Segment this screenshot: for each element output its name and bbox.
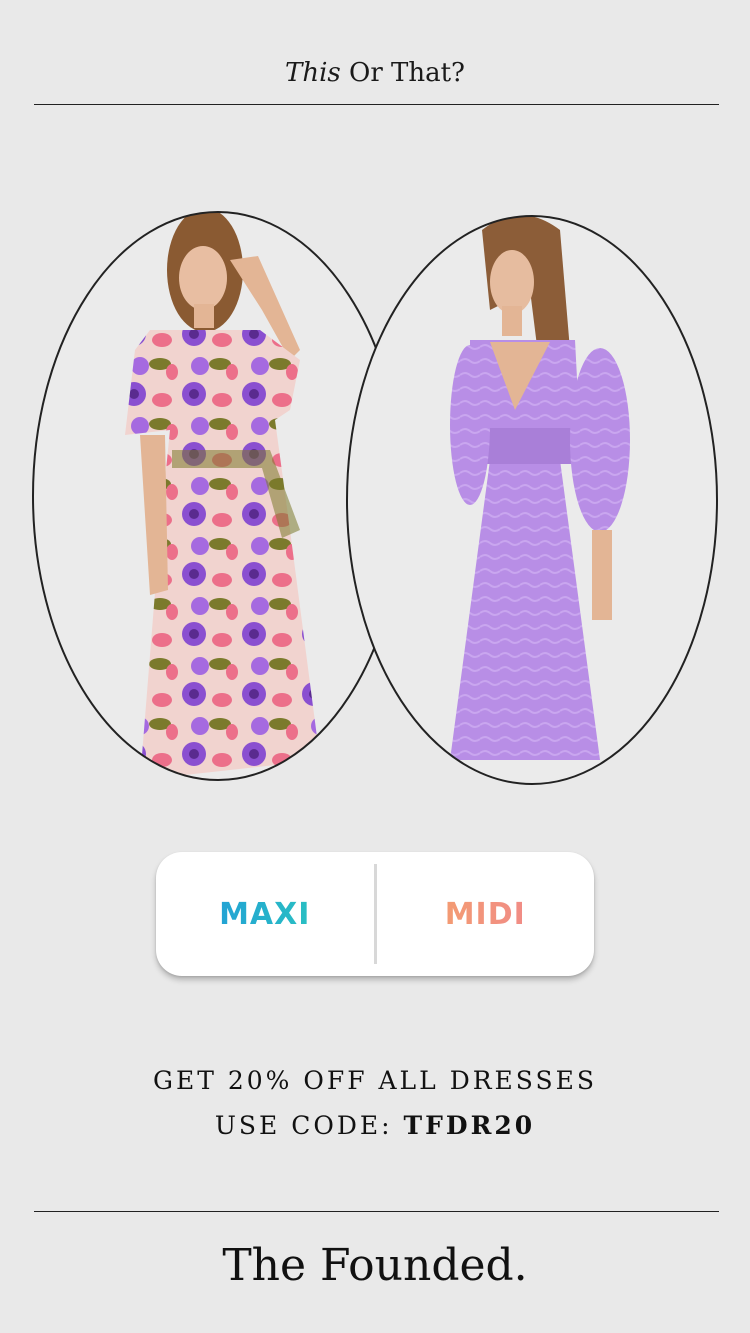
promo-code-prefix: USE CODE:: [214, 1111, 404, 1140]
promo-headline: GET 20% OFF ALL DRESSES: [153, 1066, 597, 1095]
top-divider: [34, 104, 719, 105]
poll-option-midi[interactable]: MIDI: [377, 852, 595, 976]
bottom-divider: [34, 1211, 719, 1212]
page-title: This Or That?: [0, 58, 750, 88]
photo-comparison: [0, 200, 750, 800]
promo-code-line: USE CODE: TFDR20: [0, 1111, 750, 1140]
brand-name: The Founded.: [222, 1240, 528, 1291]
title-rest: Or That?: [340, 58, 465, 88]
right-dress-photo[interactable]: [345, 200, 725, 800]
promo-code: TFDR20: [403, 1111, 536, 1140]
title-italic: This: [285, 58, 341, 88]
poll-option-maxi[interactable]: MAXI: [156, 852, 374, 976]
poll-sticker: MAXI MIDI: [156, 852, 594, 976]
